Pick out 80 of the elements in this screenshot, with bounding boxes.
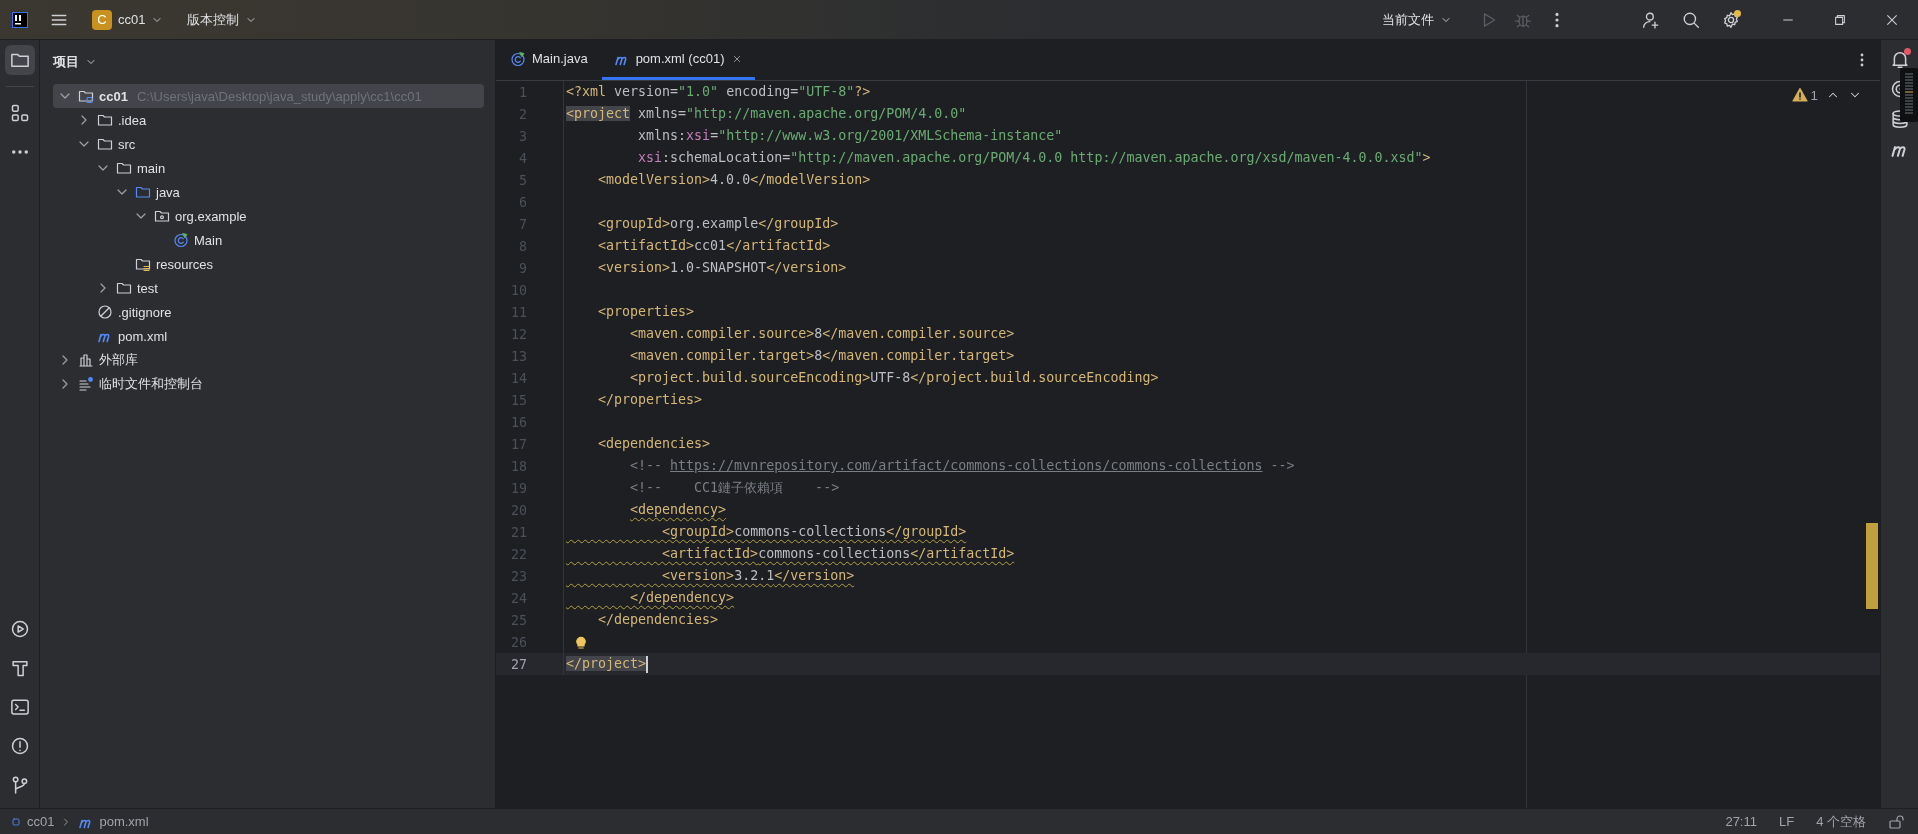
code-line: <artifactId>cc01</artifactId> bbox=[563, 235, 831, 257]
code-line: xmlns:xsi="http://www.w3.org/2001/XMLSchema-instance" bbox=[563, 125, 1063, 147]
tree-item[interactable]: java bbox=[53, 180, 484, 204]
code-line: </project> bbox=[563, 653, 649, 675]
project-tool-button[interactable] bbox=[4, 45, 35, 75]
structure-icon[interactable] bbox=[9, 103, 30, 123]
tree-item[interactable]: 外部库 bbox=[53, 348, 484, 372]
tree-item[interactable]: main bbox=[53, 156, 484, 180]
tree-item[interactable]: test bbox=[53, 276, 484, 300]
line-ending[interactable]: LF bbox=[1779, 814, 1795, 829]
code-line: </dependencies> bbox=[563, 609, 719, 631]
code-line: <project xmlns="http://maven.apache.org/POM/4.0.0" bbox=[563, 103, 967, 125]
caret-position[interactable]: 27:11 bbox=[1725, 814, 1757, 829]
tree-item[interactable]: resources bbox=[53, 252, 484, 276]
add-user-icon[interactable] bbox=[1642, 10, 1660, 29]
run-config-selector[interactable]: 当前文件 bbox=[1376, 6, 1458, 33]
library-icon bbox=[78, 352, 94, 368]
code-line: <groupId>commons-collections</groupId> bbox=[563, 521, 967, 543]
terminal-icon[interactable] bbox=[9, 697, 30, 717]
tree-item[interactable]: 临时文件和控制台 bbox=[53, 372, 484, 396]
code-line: <artifactId>commons-collections</artifactId> bbox=[563, 543, 1015, 565]
scratch-file-icon bbox=[78, 376, 94, 392]
problems-icon[interactable] bbox=[9, 736, 30, 756]
code-line: <?xml version="1.0" encoding="UTF-8"?> bbox=[563, 81, 871, 103]
module-folder-icon bbox=[78, 88, 94, 104]
tree-item[interactable]: .gitignore bbox=[53, 300, 484, 324]
app-logo-icon[interactable] bbox=[12, 11, 28, 28]
code-line: <maven.compiler.source>8</maven.compiler.source> bbox=[563, 323, 1015, 345]
folder-icon bbox=[97, 136, 113, 152]
code-line: </properties> bbox=[563, 389, 703, 411]
code-line: <dependencies> bbox=[563, 433, 711, 455]
tree-item[interactable]: Main bbox=[53, 228, 484, 252]
warning-icon bbox=[1791, 87, 1808, 103]
module-icon bbox=[10, 815, 22, 828]
search-icon[interactable] bbox=[1682, 10, 1700, 29]
package-icon bbox=[154, 208, 170, 224]
run-icon[interactable] bbox=[9, 619, 30, 639]
unlocked-icon[interactable] bbox=[1888, 813, 1904, 830]
code-line: <properties> bbox=[563, 301, 695, 323]
lightbulb-icon[interactable] bbox=[573, 634, 589, 650]
hammer-icon[interactable] bbox=[9, 658, 30, 678]
code-line: <version>3.2.1</version> bbox=[563, 565, 855, 587]
folder-icon bbox=[97, 112, 113, 128]
tree-item[interactable]: pom.xml bbox=[53, 324, 484, 348]
breadcrumb[interactable]: cc01 bbox=[10, 814, 55, 829]
tree-item[interactable]: .idea bbox=[53, 108, 484, 132]
code-line: </dependency> bbox=[563, 587, 735, 609]
class-icon bbox=[173, 232, 189, 248]
code-line: <!-- https://mvnrepository.com/artifact/commons-collections/commons-collections --> bbox=[563, 455, 1295, 477]
close-icon[interactable] bbox=[1885, 12, 1899, 27]
resources-folder-icon bbox=[135, 256, 151, 272]
folder-icon bbox=[135, 184, 151, 200]
project-selector[interactable]: C cc01 bbox=[86, 5, 170, 34]
panel-title[interactable]: 项目 bbox=[53, 53, 79, 71]
folder-icon bbox=[116, 280, 132, 296]
scroll-overview-tooltip bbox=[1900, 68, 1918, 122]
code-line: <maven.compiler.target>8</maven.compiler.target> bbox=[563, 345, 1015, 367]
code-line: <dependency> bbox=[563, 499, 727, 521]
restore-icon[interactable] bbox=[1833, 12, 1847, 27]
class-icon bbox=[510, 50, 526, 67]
code-line: <modelVersion>4.0.0</modelVersion> bbox=[563, 169, 871, 191]
project-avatar: C bbox=[92, 9, 112, 30]
warning-count[interactable]: 1 bbox=[1791, 87, 1818, 103]
tree-item[interactable]: src bbox=[53, 132, 484, 156]
folder-icon bbox=[116, 160, 132, 176]
indent-setting[interactable]: 4 个空格 bbox=[1816, 812, 1866, 831]
bell-icon[interactable] bbox=[1889, 49, 1910, 69]
code-line: <!-- CC1鏈子依賴項 --> bbox=[563, 477, 840, 499]
vcs-menu[interactable]: 版本控制 bbox=[181, 6, 264, 33]
code-line: <version>1.0-SNAPSHOT</version> bbox=[563, 257, 847, 279]
settings-icon[interactable] bbox=[1722, 10, 1740, 29]
code-line: <project.build.sourceEncoding>UTF-8</project.build.sourceEncoding> bbox=[563, 367, 1159, 389]
line-number: 27 bbox=[510, 656, 528, 672]
code-line: xsi:schemaLocation="http://maven.apache.org/POM/4.0.0 http://maven.apache.org/xsd/maven-4.0.0.xsd"> bbox=[563, 147, 1431, 169]
editor-tab[interactable]: Main.java bbox=[498, 40, 600, 80]
code-line: <groupId>org.example</groupId> bbox=[563, 213, 839, 235]
tree-item[interactable]: org.example bbox=[53, 204, 484, 228]
editor-tab[interactable]: pom.xml (cc01) bbox=[601, 40, 755, 80]
ignore-file-icon bbox=[97, 304, 113, 320]
breadcrumb[interactable]: pom.xml bbox=[78, 813, 149, 830]
